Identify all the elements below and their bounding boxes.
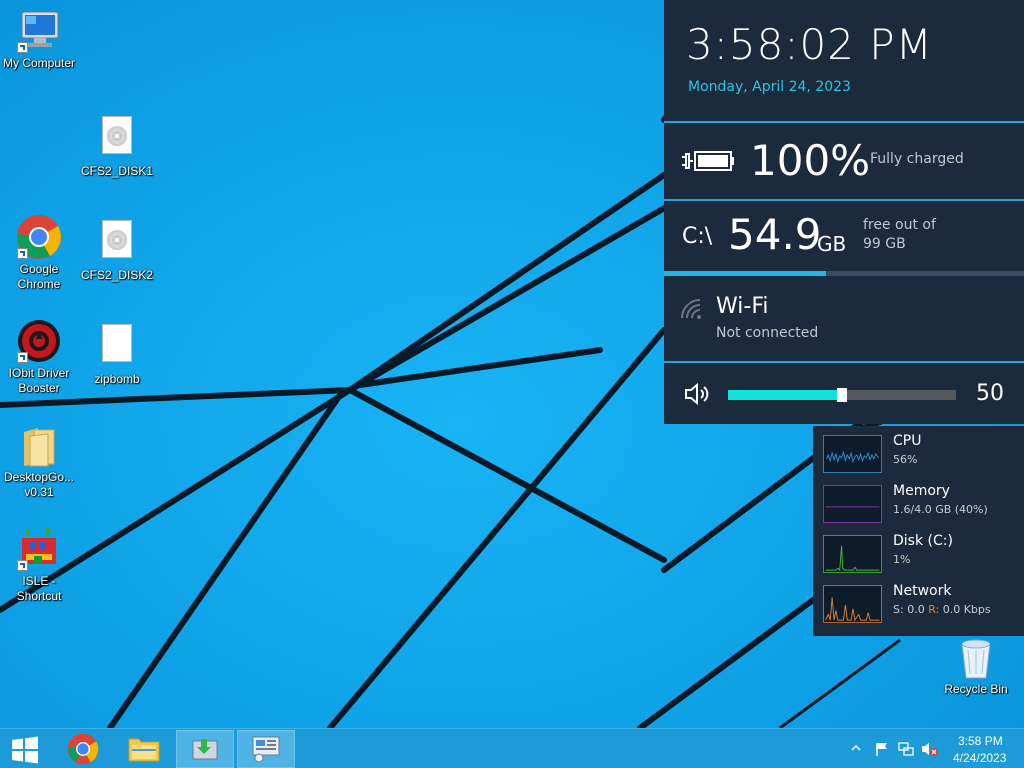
speaker-icon[interactable]	[684, 383, 712, 405]
wifi-status: Not connected	[716, 325, 819, 341]
volume-slider-thumb[interactable]	[837, 388, 847, 402]
network-send-label: S:	[893, 603, 904, 616]
cpu-value: 56%	[893, 453, 918, 466]
taskbar-clock-time[interactable]: 3:58 PM	[958, 734, 1003, 748]
network-receive-label: R:	[928, 603, 940, 616]
start-button[interactable]	[0, 730, 50, 768]
app-taskbar-button-2[interactable]	[237, 730, 295, 768]
desktop-icon-my-computer[interactable]: My Computer	[1, 8, 77, 71]
blank-file-icon	[94, 324, 140, 370]
windows-logo-icon	[12, 736, 38, 764]
drive-total-capacity: 99 GB	[863, 236, 906, 252]
clock-time: 3:58:02 PM	[686, 20, 933, 69]
file-explorer-taskbar-button[interactable]	[115, 730, 173, 768]
network-value: S: 0.0 R: 0.0 Kbps	[893, 603, 991, 616]
clock-date: Monday, April 24, 2023	[688, 79, 851, 95]
driver-booster-icon	[16, 318, 62, 364]
desktop-icon-label: Recycle Bin	[944, 682, 1008, 696]
volume-muted-tray-icon[interactable]	[921, 741, 939, 757]
divider	[664, 361, 1024, 363]
file-explorer-icon	[128, 738, 160, 762]
folder-icon	[16, 422, 62, 468]
desktop-icon-label: zipbomb	[94, 372, 140, 386]
shortcut-arrow-icon	[17, 248, 28, 259]
app-taskbar-button-1[interactable]	[176, 730, 234, 768]
memory-value: 1.6/4.0 GB (40%)	[893, 503, 988, 516]
desktop-icon-label: My Computer	[2, 56, 76, 70]
disc-image-icon	[94, 220, 140, 266]
chrome-taskbar-button[interactable]	[54, 730, 112, 768]
shortcut-arrow-icon	[17, 352, 28, 363]
network-send-value: 0.0	[907, 603, 925, 616]
wifi-name: Wi-Fi	[716, 294, 769, 319]
battery-plugged-icon	[682, 151, 734, 171]
desktop-icon-label: ISLE - Shortcut	[16, 574, 62, 603]
chrome-icon	[67, 733, 99, 765]
taskbar-clock-date[interactable]: 4/24/2023	[953, 751, 1006, 765]
isle-icon	[16, 526, 62, 572]
chrome-icon	[16, 214, 62, 260]
action-center-flag-icon[interactable]	[874, 741, 890, 757]
network-title: Network	[893, 583, 952, 599]
control-panel-icon	[252, 736, 280, 763]
desktop-icon-label: IObit Driver Booster	[8, 366, 70, 395]
my-computer-icon	[16, 8, 62, 54]
recycle-bin-icon	[956, 636, 996, 680]
drive-free-space: 54.9	[728, 210, 822, 259]
taskbar: 3:58 PM 4/24/2023	[0, 728, 1024, 768]
shortcut-arrow-icon	[17, 42, 28, 53]
show-hidden-icons-chevron-up-icon[interactable]	[851, 744, 861, 752]
network-graph	[823, 585, 882, 623]
desktop-icon-cfs2-disk1[interactable]: CFS2_DISK1	[79, 112, 155, 179]
network-tray-icon[interactable]	[898, 741, 914, 757]
desktop-icon-label: DesktopGo... v0.31	[3, 470, 75, 499]
volume-slider[interactable]	[728, 388, 956, 402]
disk-graph	[823, 535, 882, 573]
divider	[664, 199, 1024, 201]
drive-usage-fill	[664, 271, 826, 276]
drive-usage-bar	[664, 271, 1024, 276]
desktop-icon-zipbomb[interactable]: zipbomb	[79, 320, 155, 387]
system-info-panel: 3:58:02 PM Monday, April 24, 2023 100% F…	[664, 0, 1024, 424]
performance-monitor: CPU 56% Memory 1.6/4.0 GB (40%) Disk (C:…	[813, 426, 1024, 636]
drive-caption-line1: free out of	[863, 217, 936, 233]
installer-icon	[192, 739, 218, 760]
network-receive-value: 0.0 Kbps	[942, 603, 991, 616]
desktop-icon-desktopgo[interactable]: DesktopGo... v0.31	[1, 422, 77, 500]
disc-image-icon	[94, 116, 140, 162]
volume-value: 50	[976, 381, 1004, 406]
divider	[664, 121, 1024, 123]
disk-title: Disk (C:)	[893, 533, 953, 549]
drive-free-unit: GB	[817, 232, 847, 256]
memory-graph	[823, 485, 882, 523]
desktop-icon-google-chrome[interactable]: Google Chrome	[1, 214, 77, 292]
desktop-icon-recycle-bin[interactable]: Recycle Bin	[940, 636, 1012, 697]
desktop-icon-label: CFS2_DISK1	[80, 164, 154, 178]
desktop-icon-isle-shortcut[interactable]: ISLE - Shortcut	[1, 526, 77, 604]
disk-value: 1%	[893, 553, 911, 566]
desktop-icon-cfs2-disk2[interactable]: CFS2_DISK2	[79, 216, 155, 283]
battery-status: Fully charged	[870, 151, 964, 167]
volume-slider-fill	[728, 390, 842, 400]
drive-letter: C:\	[682, 224, 713, 249]
desktop-icon-iobit-driver-booster[interactable]: IObit Driver Booster	[1, 318, 77, 396]
desktop-icon-label: Google Chrome	[17, 262, 61, 291]
battery-percent: 100%	[750, 136, 871, 185]
cpu-graph	[823, 435, 882, 473]
desktop-icon-label: CFS2_DISK2	[80, 268, 154, 282]
cpu-title: CPU	[893, 433, 922, 449]
memory-title: Memory	[893, 483, 950, 499]
wifi-icon	[681, 299, 701, 319]
shortcut-arrow-icon	[17, 560, 28, 571]
